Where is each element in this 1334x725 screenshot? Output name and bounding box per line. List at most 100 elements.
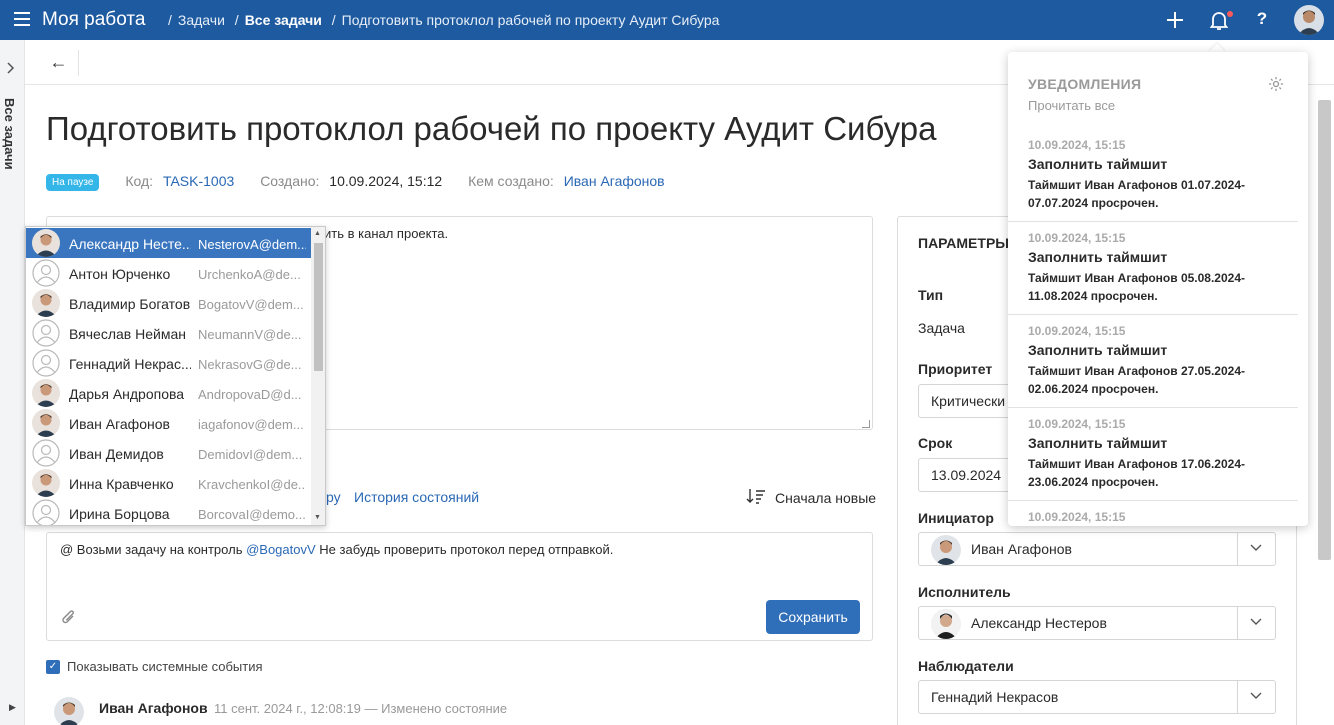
initiator-label: Инициатор (918, 510, 994, 526)
notification-item[interactable]: 10.09.2024, 15:15 (1008, 510, 1308, 526)
comment-text: @ Возьми задачу на контроль @BogatovV Не… (60, 542, 613, 557)
mention-option[interactable]: Инна Кравченко KravchenkoI@de... (26, 468, 311, 498)
notification-item[interactable]: 10.09.2024, 15:15 Заполнить таймшит Таймши… (1008, 138, 1308, 231)
notifications-title: УВЕДОМЛЕНИЯ (1028, 76, 1142, 92)
notification-date: 10.09.2024, 15:15 (1028, 324, 1126, 338)
system-events-label[interactable]: Показывать системные события (67, 659, 263, 674)
notification-dot (1227, 11, 1233, 17)
mention-email: BorcovaI@demo... (198, 507, 306, 522)
page-scrollbar[interactable] (1318, 100, 1331, 560)
mention-name: Вячеслав Нейман (69, 326, 186, 342)
priority-value: Критически (931, 393, 1006, 409)
mention-option[interactable]: Ирина Борцова BorcovaI@demo... (26, 498, 311, 525)
author-label: Кем создано: (468, 173, 554, 189)
mention-name: Инна Кравченко (69, 476, 174, 492)
mention-option[interactable]: Александр Несте... NesterovA@dem... (26, 228, 311, 258)
attachment-icon[interactable] (60, 609, 78, 627)
notification-body: Таймшит Иван Агафонов 17.06.2024-23.06.2… (1028, 457, 1246, 489)
mention-email: NeumannV@de... (198, 327, 302, 342)
notification-divider (1008, 314, 1298, 315)
notifications-panel: УВЕДОМЛЕНИЯ Прочитать все 10.09.2024, 15… (1008, 52, 1308, 526)
gear-icon[interactable] (1268, 76, 1284, 92)
comment-text-suffix: Не забудь проверить протокол перед отпра… (315, 542, 614, 557)
scroll-up-icon[interactable]: ▲ (314, 230, 321, 237)
avatar (32, 289, 60, 317)
page-title: Подготовить протоклол рабочей по проекту… (46, 110, 937, 147)
sort-label[interactable]: Сначала новые (775, 490, 876, 506)
breadcrumb-tasks[interactable]: Задачи (178, 12, 225, 28)
notification-title: Заполнить таймшит (1028, 249, 1168, 265)
breadcrumb: / Задачи / Все задачи / Подготовить протокл… (168, 12, 720, 28)
mention-option[interactable]: Дарья Андропова AndropovaD@d... (26, 378, 311, 408)
avatar (54, 697, 84, 725)
assignee-value: Александр Нестеров (971, 615, 1107, 631)
notification-body: Таймшит Иван Агафонов 01.07.2024-07.07.2… (1028, 178, 1246, 210)
avatar (32, 379, 60, 407)
top-bar: Моя работа / Задачи / Все задачи / Подготов… (0, 0, 1334, 40)
mention-option[interactable]: Иван Демидов DemidovI@dem... (26, 438, 311, 468)
initiator-value: Иван Агафонов (971, 541, 1072, 557)
created-value: 10.09.2024, 15:12 (329, 173, 443, 189)
menu-icon[interactable] (14, 12, 30, 26)
chevron-down-icon[interactable] (1237, 681, 1275, 713)
notification-date: 10.09.2024, 15:15 (1028, 417, 1126, 431)
notification-title: Заполнить таймшит (1028, 342, 1168, 358)
user-avatar[interactable] (1294, 5, 1324, 35)
breadcrumb-all-tasks[interactable]: Все задачи (245, 12, 322, 28)
mention-email: iagafonov@dem... (198, 417, 304, 432)
expand-chevron-icon[interactable] (6, 61, 16, 78)
mention-email: AndropovaD@d... (198, 387, 302, 402)
avatar (32, 409, 60, 437)
mention-scrollbar[interactable]: ▲ ▼ (311, 227, 325, 525)
mention-option[interactable]: Геннадий Некрас... NekrasovG@de... (26, 348, 311, 378)
mention-option[interactable]: Вячеслав Нейман NeumannV@de... (26, 318, 311, 348)
resize-grip-icon[interactable] (862, 420, 870, 428)
initiator-select[interactable]: Иван Агафонов (918, 532, 1276, 566)
mention-option[interactable]: Иван Агафонов iagafonov@dem... (26, 408, 311, 438)
mention-dropdown: ▲ ▼ Александр Несте... NesterovA@dem... Ан… (25, 226, 326, 526)
save-button[interactable]: Сохранить (766, 600, 860, 634)
back-button[interactable]: ← (39, 50, 79, 76)
avatar (931, 535, 961, 565)
tab-history[interactable]: История состояний (354, 489, 479, 505)
notification-date: 10.09.2024, 15:15 (1028, 510, 1126, 524)
watchers-select[interactable]: Геннадий Некрасов (918, 680, 1276, 714)
chevron-down-icon[interactable] (1237, 607, 1275, 639)
plus-icon[interactable] (1163, 8, 1187, 32)
tab-comments[interactable]: ру (326, 489, 341, 505)
comment-mention[interactable]: @BogatovV (246, 542, 316, 557)
notification-body: Таймшит Иван Агафонов 27.05.2024-02.06.2… (1028, 364, 1246, 396)
notification-title: Заполнить таймшит (1028, 156, 1168, 172)
task-code-link[interactable]: TASK-1003 (163, 173, 234, 189)
mention-option[interactable]: Антон Юрченко UrchenkoA@de... (26, 258, 311, 288)
mention-name: Ирина Борцова (69, 506, 170, 522)
app-title[interactable]: Моя работа (42, 9, 145, 31)
type-value: Задача (918, 320, 965, 336)
scroll-thumb[interactable] (314, 243, 323, 371)
priority-label: Приоритет (918, 361, 993, 377)
system-events-checkbox[interactable]: ✓ (46, 660, 60, 674)
rail-bottom-arrow-icon[interactable]: ▶ (9, 702, 16, 713)
notification-item[interactable]: 10.09.2024, 15:15 Заполнить таймшит Таймши… (1008, 231, 1308, 324)
left-rail: Все задачи ▶ (0, 40, 25, 725)
help-icon[interactable]: ? (1250, 9, 1274, 33)
chevron-down-icon[interactable] (1237, 533, 1275, 565)
event-author: Иван Агафонов (99, 700, 208, 716)
mention-email: NekrasovG@de... (198, 357, 302, 372)
notification-item[interactable]: 10.09.2024, 15:15 Заполнить таймшит Таймши… (1008, 417, 1308, 510)
scroll-down-icon[interactable]: ▼ (314, 514, 321, 521)
avatar (32, 469, 60, 497)
description-text: ить в канал проекта. (324, 226, 449, 241)
created-label: Создано: (260, 173, 320, 189)
mention-option[interactable]: Владимир Богатов BogatovV@dem... (26, 288, 311, 318)
notification-divider (1008, 221, 1298, 222)
sort-icon[interactable] (746, 487, 766, 505)
comment-text-prefix: @ Возьми задачу на контроль (60, 542, 247, 557)
status-badge[interactable]: На паузе (46, 174, 100, 191)
author-link[interactable]: Иван Агафонов (564, 173, 665, 189)
rail-label[interactable]: Все задачи (2, 98, 17, 170)
assignee-select[interactable]: Александр Нестеров (918, 606, 1276, 640)
read-all-link[interactable]: Прочитать все (1028, 98, 1115, 113)
notification-item[interactable]: 10.09.2024, 15:15 Заполнить таймшит Таймши… (1008, 324, 1308, 417)
event-meta: 11 сент. 2024 г., 12:08:19 — Изменено со… (214, 701, 508, 716)
